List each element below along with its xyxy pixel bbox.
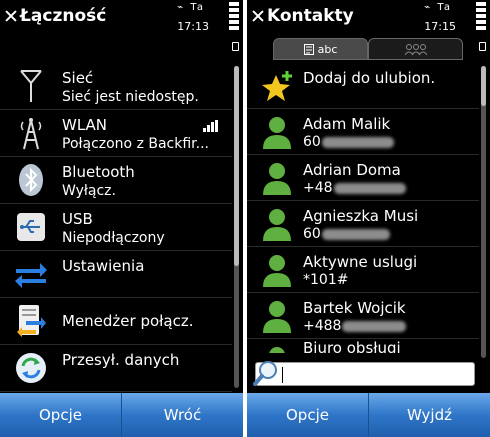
wlan-signal-icon: [203, 120, 218, 132]
contact-name: Aktywne uslugi: [303, 253, 418, 271]
bluetooth-icon: [14, 163, 48, 197]
options-button[interactable]: Opcje: [247, 393, 368, 437]
groups-icon: [404, 43, 427, 55]
search-input[interactable]: [253, 361, 475, 386]
list-item-title: Bluetooth: [62, 163, 135, 181]
list-item-title: Ustawienia: [62, 257, 145, 275]
person-icon: [261, 299, 293, 333]
contact-number: +488: [303, 318, 407, 334]
contact-name: Dodaj do ulubion.: [303, 69, 436, 87]
contact-number: *101#: [303, 272, 349, 288]
contact-name: Adrian Doma: [303, 161, 401, 179]
list-item-title: Sieć: [62, 69, 94, 87]
close-icon[interactable]: [4, 9, 18, 23]
clock: 17:13: [177, 20, 209, 33]
list-item-usb[interactable]: USB Niepodłączony: [0, 204, 232, 251]
contact-number: 60: [303, 134, 394, 150]
contact-name: Bartek Wojcik: [303, 299, 406, 317]
connection-manager-icon: [14, 304, 48, 338]
status-indicator: ⌁ Ta: [424, 2, 452, 13]
search-icon: [253, 361, 277, 386]
scrollbar-thumb[interactable]: [234, 66, 239, 266]
list-item-subtitle: Połączono z Backfir...: [62, 136, 209, 152]
tab-groups[interactable]: [368, 38, 463, 60]
contact-number: 60: [303, 226, 390, 242]
scrollbar-thumb[interactable]: [481, 66, 486, 106]
battery-icon: [479, 42, 486, 51]
options-button[interactable]: Opcje: [0, 393, 121, 437]
signal-strength-icon: [476, 2, 486, 36]
contact-row[interactable]: Adam Malik 60: [247, 109, 479, 155]
status-bar: Kontakty ⌁ Ta 17:15: [247, 0, 490, 51]
list-item-wlan[interactable]: WLAN Połączono z Backfir...: [0, 110, 232, 157]
star-add-icon: [261, 69, 293, 103]
settings-arrows-icon: [14, 257, 48, 291]
status-bar: Łączność ⌁ Ta 17:13: [0, 0, 243, 51]
status-indicator: ⌁ Ta: [177, 2, 205, 13]
list-item-add-favorite[interactable]: Dodaj do ulubion.: [247, 63, 479, 109]
scrollbar[interactable]: [481, 66, 486, 358]
person-icon: [261, 207, 293, 241]
redacted-number: [333, 182, 406, 194]
list-item-title: Menedżer połącz.: [62, 312, 194, 330]
sync-icon: [14, 351, 48, 385]
redacted-number: [342, 320, 407, 332]
text-cursor: [282, 367, 283, 383]
exit-button[interactable]: Wyjdź: [368, 393, 490, 437]
back-button[interactable]: Wróć: [121, 393, 243, 437]
list-item-bluetooth[interactable]: Bluetooth Wyłącz.: [0, 157, 232, 204]
list-item-subtitle: Wyłącz.: [62, 183, 116, 199]
scrollbar[interactable]: [234, 66, 239, 388]
contact-tabs: abc: [273, 38, 463, 60]
contact-row[interactable]: Adrian Doma +48: [247, 155, 479, 201]
person-icon: [261, 345, 293, 353]
redacted-number: [321, 136, 394, 148]
battery-icon: [232, 42, 239, 51]
list-item-network[interactable]: Sieć Sieć jest niedostęp.: [0, 63, 232, 110]
contact-card-icon: [303, 43, 314, 55]
tab-abc[interactable]: abc: [273, 38, 368, 60]
list-item-connection-manager[interactable]: Menedżer połącz.: [0, 298, 232, 345]
list-item-data-transfer[interactable]: Przesył. danych: [0, 345, 232, 392]
softkey-bar: Opcje Wyjdź: [247, 393, 490, 437]
redacted-number: [321, 228, 390, 240]
person-icon: [261, 253, 293, 287]
contact-row[interactable]: Agnieszka Musi 60: [247, 201, 479, 247]
person-icon: [261, 115, 293, 149]
person-icon: [261, 161, 293, 195]
contact-name: Biuro obsługi: [303, 339, 401, 353]
contacts-list: Dodaj do ulubion. Adam Malik 60 Adrian D…: [247, 63, 479, 353]
contact-number: +48: [303, 180, 406, 196]
wlan-icon: [14, 116, 48, 150]
signal-strength-icon: [229, 2, 239, 36]
contact-row[interactable]: Biuro obsługi: [247, 339, 479, 353]
list-item-subtitle: Sieć jest niedostęp.: [62, 89, 199, 105]
list-item-title: Przesył. danych: [62, 351, 180, 369]
antenna-icon: [14, 69, 48, 103]
tab-label: abc: [317, 42, 338, 56]
list-item-subtitle: Niepodłączony: [62, 230, 165, 246]
softkey-bar: Opcje Wróć: [0, 393, 243, 437]
close-icon[interactable]: [251, 9, 265, 23]
clock: 17:15: [424, 20, 456, 33]
contact-name: Agnieszka Musi: [303, 207, 419, 225]
page-title: Łączność: [20, 6, 107, 26]
contacts-screen: Kontakty ⌁ Ta 17:15 abc Dodaj do ulubion…: [247, 0, 490, 437]
list-item-title: WLAN: [62, 116, 108, 134]
contact-name: Adam Malik: [303, 115, 391, 133]
contact-row[interactable]: Bartek Wojcik +488: [247, 293, 479, 339]
connectivity-screen: Łączność ⌁ Ta 17:13 Sieć Sieć jest niedo…: [0, 0, 243, 437]
connectivity-list: Sieć Sieć jest niedostęp. WLAN Połączono…: [0, 63, 232, 392]
usb-icon: [14, 210, 48, 244]
contact-row[interactable]: Aktywne uslugi *101#: [247, 247, 479, 293]
list-item-title: USB: [62, 210, 93, 228]
list-item-settings[interactable]: Ustawienia: [0, 251, 232, 298]
page-title: Kontakty: [267, 6, 354, 26]
